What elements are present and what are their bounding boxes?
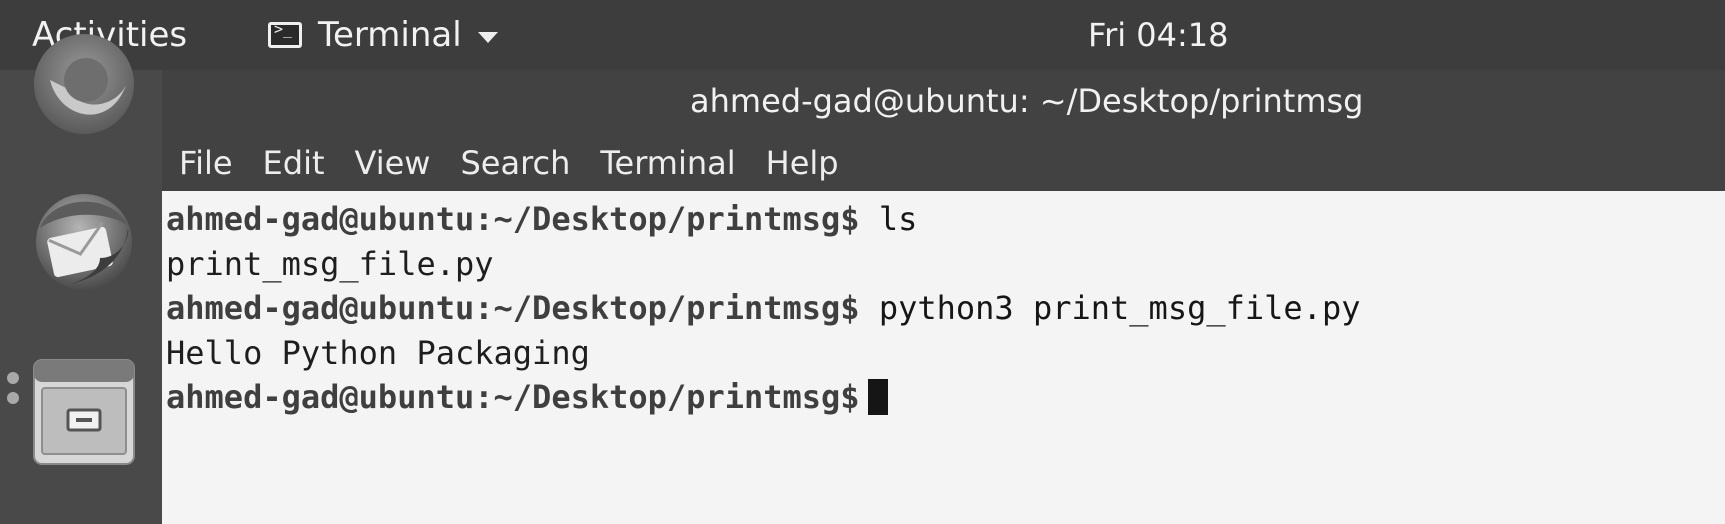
- terminal-app-icon: >_: [268, 20, 302, 48]
- menu-file[interactable]: File: [162, 142, 248, 184]
- shell-command: ls: [859, 200, 918, 238]
- terminal-line: ahmed-gad@ubuntu:~/Desktop/printmsg$ ls: [166, 197, 1725, 242]
- window-titlebar[interactable]: ahmed-gad@ubuntu: ~/Desktop/printmsg: [162, 70, 1725, 134]
- clock[interactable]: Fri 04:18: [1088, 13, 1229, 57]
- running-indicator-dot: [7, 392, 19, 404]
- menu-search[interactable]: Search: [445, 142, 585, 184]
- text-cursor: [867, 379, 888, 415]
- shell-prompt: ahmed-gad@ubuntu:~/Desktop/printmsg$: [166, 378, 860, 416]
- top-bar: Activities >_ Terminal Fri 04:18: [0, 0, 1725, 70]
- menu-help[interactable]: Help: [751, 142, 854, 184]
- desktop-screen: Activities >_ Terminal Fri 04:18 ahmed-g…: [0, 0, 1725, 524]
- command-output: print_msg_file.py: [166, 244, 494, 283]
- files-icon[interactable]: [30, 358, 138, 466]
- terminal-window: ahmed-gad@ubuntu: ~/Desktop/printmsg Fil…: [162, 70, 1725, 524]
- shell-prompt: ahmed-gad@ubuntu:~/Desktop/printmsg$: [166, 289, 860, 327]
- command-output: Hello Python Packaging: [166, 333, 590, 372]
- terminal-output-area[interactable]: ahmed-gad@ubuntu:~/Desktop/printmsg$ ls …: [162, 191, 1725, 524]
- terminal-line: Hello Python Packaging: [166, 331, 1725, 376]
- running-indicator-dot: [7, 372, 19, 384]
- app-menu-label: Terminal: [318, 15, 462, 55]
- browser-icon[interactable]: [30, 30, 138, 138]
- caret-down-icon: [477, 31, 498, 43]
- terminal-line: print_msg_file.py: [166, 242, 1725, 287]
- dock: [0, 34, 162, 524]
- menu-edit[interactable]: Edit: [248, 142, 340, 184]
- window-menubar: File Edit View Search Terminal Help: [162, 134, 1725, 191]
- terminal-line: ahmed-gad@ubuntu:~/Desktop/printmsg$: [166, 375, 1725, 420]
- terminal-line: ahmed-gad@ubuntu:~/Desktop/printmsg$ pyt…: [166, 286, 1725, 331]
- menu-terminal[interactable]: Terminal: [585, 142, 750, 184]
- app-menu-button[interactable]: >_ Terminal: [268, 13, 498, 57]
- menu-view[interactable]: View: [340, 142, 446, 184]
- window-title: ahmed-gad@ubuntu: ~/Desktop/printmsg: [690, 82, 1364, 120]
- mail-icon[interactable]: [30, 188, 138, 296]
- shell-prompt: ahmed-gad@ubuntu:~/Desktop/printmsg$: [166, 200, 860, 238]
- shell-command: python3 print_msg_file.py: [859, 289, 1361, 327]
